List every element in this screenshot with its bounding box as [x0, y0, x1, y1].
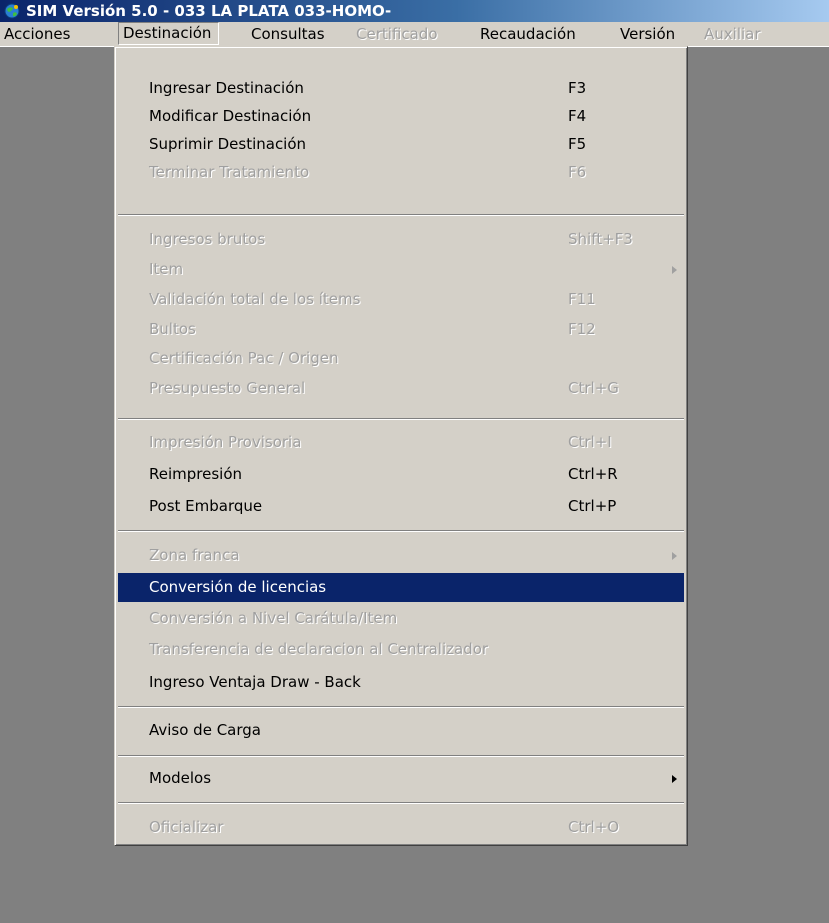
menu-item-aviso-de-carga[interactable]: Aviso de Carga	[118, 717, 684, 744]
submenu-arrow-icon	[672, 552, 677, 560]
title-bar[interactable]: SIM Versión 5.0 - 033 LA PLATA 033-HOMO-	[0, 0, 829, 22]
menu-destinacion[interactable]: Destinación	[118, 22, 220, 45]
menu-version[interactable]: Versión	[620, 23, 675, 45]
window-title: SIM Versión 5.0 - 033 LA PLATA 033-HOMO-	[26, 2, 392, 20]
menu-item-shortcut: Ctrl+G	[568, 379, 619, 397]
menu-recaudacion[interactable]: Recaudación	[480, 23, 576, 45]
menu-item-shortcut: F11	[568, 290, 596, 308]
menu-item-label: Presupuesto General	[149, 379, 306, 397]
menu-auxiliar[interactable]: Auxiliar	[704, 23, 761, 45]
menu-item-label: Ingreso Ventaja Draw - Back	[149, 673, 361, 691]
menu-item-modelos[interactable]: Modelos	[118, 765, 684, 792]
menu-item-bultos[interactable]: Bultos F12	[118, 316, 684, 343]
menu-item-label: Reimpresión	[149, 465, 243, 483]
menu-certificado[interactable]: Certificado	[356, 23, 438, 45]
menu-item-label: Conversión a Nivel Carátula/Item	[149, 609, 398, 627]
destinacion-dropdown-menu: Ingresar Destinación F3 Modificar Destin…	[114, 46, 688, 846]
menu-item-ingreso-ventaja-draw-back[interactable]: Ingreso Ventaja Draw - Back	[118, 669, 684, 696]
menu-item-modificar-destinacion[interactable]: Modificar Destinación F4	[118, 103, 684, 130]
menu-item-item[interactable]: Item	[118, 256, 684, 283]
menu-item-label: Aviso de Carga	[149, 721, 261, 739]
menu-separator	[118, 755, 684, 757]
menu-item-shortcut: Ctrl+P	[568, 497, 617, 515]
menu-item-shortcut: Ctrl+R	[568, 465, 618, 483]
menu-item-conversion-de-licencias[interactable]: Conversión de licencias	[118, 573, 684, 602]
menu-item-label: Modelos	[149, 769, 212, 787]
globe-app-icon	[4, 3, 20, 19]
menu-item-label: Impresión Provisoria	[149, 433, 302, 451]
menu-item-label: Transferencia de declaracion al Centrali…	[149, 640, 489, 658]
menu-item-label: Post Embarque	[149, 497, 263, 515]
menu-item-reimpresion[interactable]: Reimpresión Ctrl+R	[118, 461, 684, 488]
menu-item-label: Certificación Pac / Origen	[149, 349, 339, 367]
menu-item-impresion-provisoria[interactable]: Impresión Provisoria Ctrl+I	[118, 429, 684, 456]
menu-separator	[118, 706, 684, 708]
menu-item-ingresar-destinacion[interactable]: Ingresar Destinación F3	[118, 75, 684, 102]
menu-item-shortcut: Shift+F3	[568, 230, 633, 248]
menu-item-zona-franca[interactable]: Zona franca	[118, 542, 684, 569]
menu-item-label: Item	[149, 260, 184, 278]
menu-item-suprimir-destinacion[interactable]: Suprimir Destinación F5	[118, 131, 684, 158]
menu-acciones[interactable]: Acciones	[4, 23, 70, 45]
menu-item-label: Terminar Tratamiento	[149, 163, 310, 181]
menu-item-terminar-tratamiento[interactable]: Terminar Tratamiento F6	[118, 159, 684, 186]
menu-separator	[118, 802, 684, 804]
menu-item-label: Modificar Destinación	[149, 107, 312, 125]
submenu-arrow-icon	[672, 266, 677, 274]
menu-item-label: Conversión de licencias	[149, 578, 327, 596]
menu-item-oficializar[interactable]: Oficializar Ctrl+O	[118, 814, 684, 841]
menu-item-shortcut: F5	[568, 135, 587, 153]
menu-item-certificacion-pac-origen[interactable]: Certificación Pac / Origen	[118, 345, 684, 372]
menu-item-shortcut: F4	[568, 107, 587, 125]
menu-item-shortcut: F12	[568, 320, 596, 338]
menu-item-transferencia-centralizador[interactable]: Transferencia de declaracion al Centrali…	[118, 636, 684, 663]
menu-item-label: Validación total de los ítems	[149, 290, 361, 308]
menu-separator	[118, 214, 684, 216]
menu-item-shortcut: Ctrl+O	[568, 818, 620, 836]
menu-item-ingresos-brutos[interactable]: Ingresos brutos Shift+F3	[118, 226, 684, 253]
menu-separator	[118, 418, 684, 420]
menu-consultas[interactable]: Consultas	[251, 23, 325, 45]
menu-bar: Acciones Destinación Consultas Certifica…	[0, 22, 829, 47]
menu-separator	[118, 530, 684, 532]
menu-item-post-embarque[interactable]: Post Embarque Ctrl+P	[118, 493, 684, 520]
menu-item-shortcut: F3	[568, 79, 587, 97]
menu-item-label: Suprimir Destinación	[149, 135, 307, 153]
menu-item-label: Zona franca	[149, 546, 240, 564]
menu-item-shortcut: Ctrl+I	[568, 433, 612, 451]
menu-item-conversion-nivel-caratula[interactable]: Conversión a Nivel Carátula/Item	[118, 605, 684, 632]
menu-item-presupuesto-general[interactable]: Presupuesto General Ctrl+G	[118, 375, 684, 402]
menu-item-validacion-total[interactable]: Validación total de los ítems F11	[118, 286, 684, 313]
submenu-arrow-icon	[672, 775, 677, 783]
menu-item-label: Ingresos brutos	[149, 230, 266, 248]
menu-item-shortcut: F6	[568, 163, 587, 181]
menu-item-label: Ingresar Destinación	[149, 79, 304, 97]
menu-item-label: Bultos	[149, 320, 196, 338]
menu-item-label: Oficializar	[149, 818, 224, 836]
